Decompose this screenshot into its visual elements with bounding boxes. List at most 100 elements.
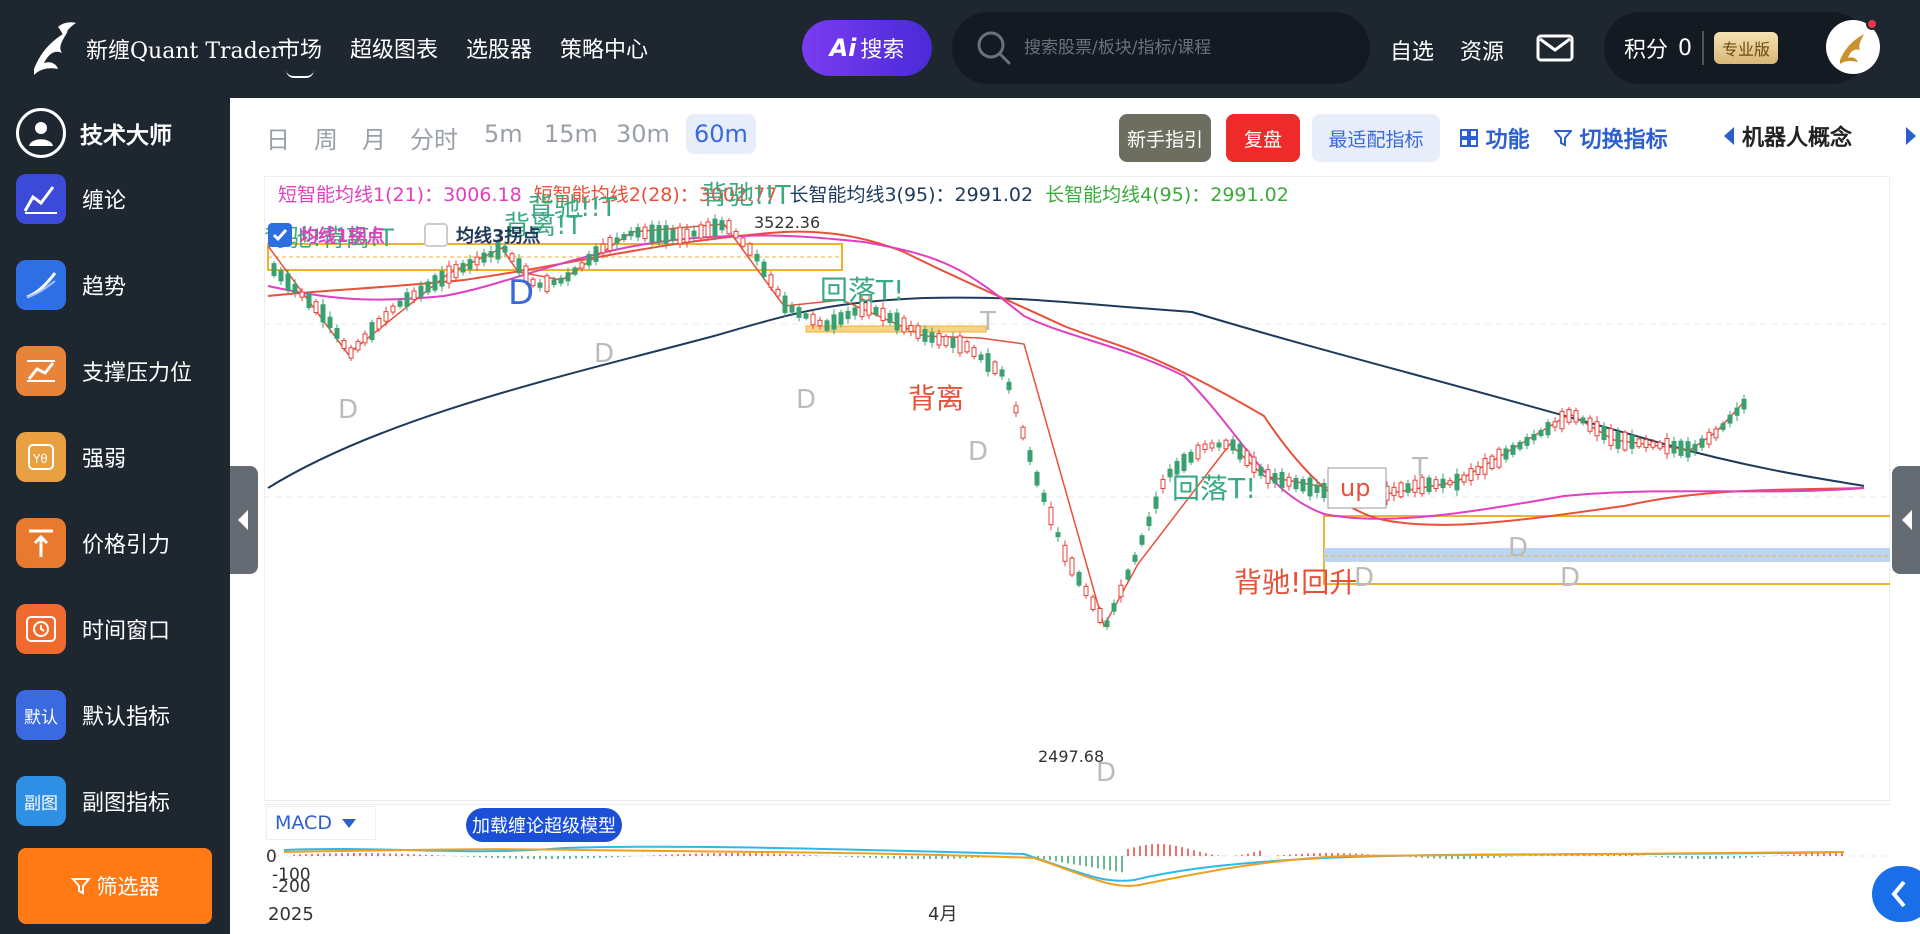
ma3-pivot-checkbox[interactable]: 均线3拐点 bbox=[424, 222, 541, 248]
best-fit-button[interactable]: 最适配指标 bbox=[1312, 114, 1440, 162]
candle-body bbox=[985, 353, 991, 372]
candle-body bbox=[306, 293, 312, 309]
load-model-button[interactable]: 加载缠论超级模型 bbox=[466, 808, 622, 842]
candle-body bbox=[656, 225, 662, 243]
candle-body bbox=[992, 361, 998, 375]
tf-intraday[interactable]: 分时 bbox=[410, 120, 458, 155]
candle-body bbox=[1216, 442, 1222, 448]
search-input[interactable] bbox=[1024, 38, 1354, 58]
candle-body bbox=[677, 226, 683, 245]
candle-body bbox=[1510, 444, 1516, 455]
search-icon[interactable] bbox=[974, 28, 1014, 68]
pro-badge[interactable]: 专业版 bbox=[1714, 32, 1779, 64]
candle-body bbox=[565, 272, 571, 282]
prev-concept-icon[interactable] bbox=[1724, 127, 1734, 145]
tf-60m[interactable]: 60m bbox=[686, 114, 756, 154]
svg-text:Yθ: Yθ bbox=[32, 452, 48, 466]
sidebar-item-support-resistance[interactable]: 支撑压力位 bbox=[16, 346, 192, 396]
concept-label[interactable]: 机器人概念 bbox=[1742, 120, 1852, 152]
collapse-sidebar-handle[interactable] bbox=[230, 466, 258, 574]
candle-body bbox=[271, 263, 277, 276]
indicator-select[interactable]: MACD bbox=[266, 806, 376, 840]
candle-body bbox=[684, 228, 690, 243]
expand-panel-button[interactable] bbox=[1872, 866, 1920, 922]
sidebar-item-label: 支撑压力位 bbox=[82, 361, 193, 386]
candle-body bbox=[789, 305, 795, 313]
tf-week[interactable]: 周 bbox=[314, 120, 338, 155]
tf-day[interactable]: 日 bbox=[266, 120, 290, 155]
candle-body bbox=[1132, 554, 1138, 562]
candlestick-chart[interactable]: 背驰!背离!T 背离!T 背驰!!T 背驰!!T 回落T! 背离 回落T! 背驰… bbox=[264, 176, 1890, 801]
candle-body bbox=[698, 224, 704, 239]
default-indicator-icon: 默认 bbox=[16, 690, 66, 740]
tf-30m[interactable]: 30m bbox=[616, 120, 670, 148]
candle-body bbox=[1139, 535, 1145, 545]
switch-indicator-button[interactable]: 切换指标 bbox=[1552, 122, 1668, 154]
candle-body bbox=[1391, 486, 1397, 497]
tf-5m[interactable]: 5m bbox=[484, 120, 523, 148]
candle-body bbox=[705, 221, 711, 238]
nav-strategy-center[interactable]: 策略中心 bbox=[560, 32, 648, 64]
candle-body bbox=[1482, 458, 1488, 475]
candle-body bbox=[1195, 444, 1201, 460]
logo-text: 新缠Quant Trader bbox=[86, 39, 282, 64]
avatar[interactable] bbox=[1826, 18, 1880, 74]
candle-body bbox=[754, 253, 760, 262]
nav-stock-picker[interactable]: 选股器 bbox=[466, 32, 532, 64]
candle-body bbox=[1041, 492, 1047, 502]
ai-search-button[interactable]: Ai 搜索 bbox=[802, 20, 932, 76]
sidebar-item-price-gravity[interactable]: 价格引力 bbox=[16, 518, 170, 568]
next-concept-icon[interactable] bbox=[1906, 127, 1916, 145]
sidebar-item-label: 强弱 bbox=[82, 447, 127, 472]
candle-body bbox=[873, 307, 879, 315]
candle-body bbox=[558, 277, 564, 284]
functions-button[interactable]: 功能 bbox=[1460, 122, 1530, 154]
sidebar-header: 技术大师 bbox=[16, 108, 172, 158]
candle-body bbox=[1118, 584, 1124, 598]
candle-body bbox=[761, 261, 767, 278]
candle-body bbox=[1580, 417, 1586, 424]
points-label: 积分 bbox=[1624, 38, 1669, 63]
x-axis-tick: 2025 bbox=[268, 904, 314, 925]
nav-market[interactable]: 市场 bbox=[278, 32, 322, 78]
candle-body bbox=[964, 341, 970, 353]
candle-body bbox=[1188, 451, 1194, 463]
candle-body bbox=[1552, 421, 1558, 428]
pivot-t-label: T bbox=[1411, 453, 1428, 483]
candle-body bbox=[1601, 425, 1607, 441]
sidebar-item-chan[interactable]: 缠论 bbox=[16, 174, 126, 224]
screener-button[interactable]: 筛选器 bbox=[18, 848, 212, 924]
candle-body bbox=[285, 273, 291, 291]
sidebar-title: 技术大师 bbox=[80, 123, 172, 149]
gridlines bbox=[264, 323, 1890, 498]
sidebar-item-time-window[interactable]: 时间窗口 bbox=[16, 604, 170, 654]
guide-button[interactable]: 新手指引 bbox=[1119, 114, 1211, 162]
sidebar-item-sub-chart[interactable]: 副图 副图指标 bbox=[16, 776, 170, 826]
candle-body bbox=[1496, 448, 1502, 468]
candle-body bbox=[1090, 596, 1096, 610]
ma1-pivot-checkbox[interactable]: 均线1拐点 bbox=[268, 222, 385, 248]
candle-body bbox=[1468, 468, 1474, 481]
tf-month[interactable]: 月 bbox=[362, 120, 386, 155]
nav-super-chart[interactable]: 超级图表 bbox=[350, 32, 438, 64]
candle-body bbox=[691, 230, 697, 237]
watchlist-link[interactable]: 自选 bbox=[1390, 34, 1434, 66]
sidebar-item-trend[interactable]: 趋势 bbox=[16, 260, 126, 310]
candle-body bbox=[1685, 441, 1691, 458]
sidebar-item-strength[interactable]: Yθ 强弱 bbox=[16, 432, 126, 482]
candle-body bbox=[803, 313, 809, 319]
candle-body bbox=[1398, 482, 1404, 498]
resources-link[interactable]: 资源 bbox=[1460, 34, 1504, 66]
logo[interactable]: 新缠Quant Trader bbox=[28, 14, 281, 84]
candle-body bbox=[1160, 478, 1166, 490]
mail-icon[interactable] bbox=[1536, 34, 1574, 62]
candle-body bbox=[817, 319, 823, 327]
candle-body bbox=[824, 320, 830, 331]
review-button[interactable]: 复盘 bbox=[1226, 114, 1300, 162]
annotation-label: 背驰!回升 bbox=[1234, 566, 1357, 599]
tf-15m[interactable]: 15m bbox=[544, 120, 598, 148]
expand-right-panel-handle[interactable] bbox=[1892, 466, 1920, 574]
candle-body bbox=[418, 285, 424, 297]
ma3-pivot-label: 均线3拐点 bbox=[456, 226, 541, 247]
sidebar-item-default-indicator[interactable]: 默认 默认指标 bbox=[16, 690, 170, 740]
